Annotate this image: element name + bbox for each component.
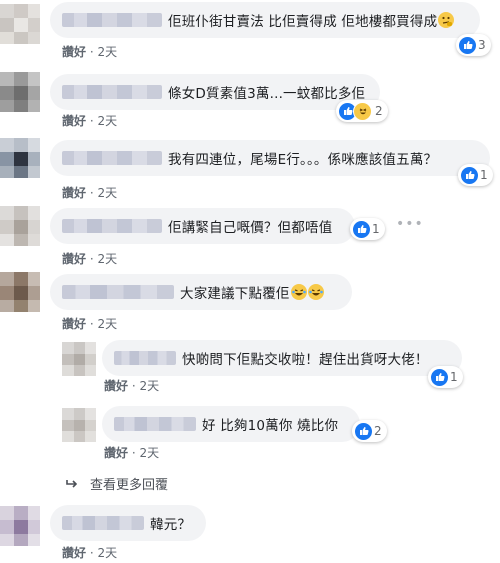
timestamp[interactable]: 2天 — [97, 114, 117, 128]
comment-meta: 讚好 · 2天 — [62, 317, 118, 331]
comment-bubble: 我有四連位，尾場E行。。。係咪應該值五萬？ — [50, 140, 490, 176]
comment-bubble: 韓元？ — [50, 505, 206, 541]
view-more-replies-link[interactable]: 查看更多回覆 — [66, 474, 168, 493]
comment-text: 佢班仆街甘賣法 比佢賣得成 佢地樓都買得成 — [168, 14, 438, 30]
avatar[interactable] — [0, 506, 40, 546]
avatar[interactable] — [62, 342, 96, 376]
like-reaction-icon — [458, 35, 477, 55]
reply-text: 快啲問下佢點交收啦！趕住出貨呀大佬！ — [182, 352, 429, 368]
comment-meta: 讚好 · 2天 — [62, 252, 118, 266]
comment-bubble: 大家建議下點覆佢 — [50, 274, 352, 310]
like-reaction-icon — [430, 367, 449, 387]
laughing-emoji — [307, 284, 324, 300]
reaction-count: 1 — [480, 168, 488, 182]
reaction-count: 2 — [375, 104, 383, 118]
like-link[interactable]: 讚好 — [62, 186, 86, 200]
like-reaction-icon — [352, 219, 371, 239]
reaction-summary[interactable]: 3 — [456, 34, 491, 56]
timestamp[interactable]: 2天 — [139, 446, 159, 460]
reaction-summary[interactable]: 1 — [428, 366, 463, 388]
comment-text: 我有四連位，尾場E行。。。係咪應該值五萬？ — [168, 152, 438, 168]
like-reaction-icon — [460, 165, 479, 185]
avatar[interactable] — [0, 138, 40, 178]
comment-meta: 讚好 · 2天 — [62, 114, 118, 128]
like-link[interactable]: 讚好 — [62, 114, 86, 128]
commenter-name[interactable] — [114, 351, 176, 365]
timestamp[interactable]: 2天 — [97, 45, 117, 59]
laughing-emoji — [290, 284, 307, 300]
comment-bubble: 佢班仆街甘賣法 比佢賣得成 佢地樓都買得成 — [50, 2, 480, 38]
thinking-emoji — [438, 12, 455, 28]
reaction-summary[interactable]: 1 — [458, 164, 493, 186]
like-link[interactable]: 讚好 — [62, 546, 86, 560]
commenter-name[interactable] — [114, 417, 196, 431]
like-link[interactable]: 讚好 — [62, 252, 86, 266]
reaction-count: 3 — [478, 38, 486, 52]
reaction-summary[interactable]: 2 — [336, 100, 388, 122]
reply-text: 好 比夠10萬你 燒比你 — [202, 418, 339, 434]
like-link[interactable]: 讚好 — [62, 317, 86, 331]
reaction-summary[interactable]: 2 — [352, 420, 387, 442]
commenter-name[interactable] — [62, 219, 162, 233]
timestamp[interactable]: 2天 — [139, 379, 159, 393]
comment-meta: 讚好 · 2天 — [62, 546, 118, 560]
comment-bubble: 佢講緊自己嘅價？但都唔值 — [50, 208, 355, 244]
avatar[interactable] — [0, 4, 40, 44]
view-more-label: 查看更多回覆 — [90, 478, 169, 493]
comment-text: 大家建議下點覆佢 — [180, 286, 290, 302]
commenter-name[interactable] — [62, 85, 162, 99]
commenter-name[interactable] — [62, 285, 174, 299]
avatar[interactable] — [0, 272, 40, 312]
reaction-count: 2 — [374, 424, 382, 438]
like-reaction-icon — [354, 421, 373, 441]
comment-meta: 讚好 · 2天 — [62, 186, 118, 200]
reaction-summary[interactable]: 1 — [350, 218, 385, 240]
comment-text: 韓元？ — [150, 517, 192, 533]
reaction-count: 1 — [450, 370, 458, 384]
timestamp[interactable]: 2天 — [97, 317, 117, 331]
commenter-name[interactable] — [62, 516, 144, 530]
comment-text: 佢講緊自己嘅價？但都唔值 — [168, 220, 333, 236]
comment-text: 條女D質素值3萬...一蚊都比多佢 — [168, 86, 366, 102]
like-link[interactable]: 讚好 — [104, 379, 128, 393]
avatar[interactable] — [0, 206, 40, 246]
commenter-name[interactable] — [62, 13, 162, 27]
like-link[interactable]: 讚好 — [104, 446, 128, 460]
comment-meta: 讚好 · 2天 — [62, 45, 118, 59]
commenter-name[interactable] — [62, 151, 162, 165]
comment-bubble: 條女D質素值3萬...一蚊都比多佢 — [50, 74, 380, 110]
like-link[interactable]: 讚好 — [62, 45, 86, 59]
haha-reaction-icon — [353, 101, 372, 121]
timestamp[interactable]: 2天 — [97, 186, 117, 200]
avatar[interactable] — [0, 72, 40, 112]
more-options-icon[interactable]: ••• — [396, 216, 424, 232]
reply-meta: 讚好 · 2天 — [104, 446, 160, 460]
reply-bubble: 好 比夠10萬你 燒比你 — [102, 406, 360, 442]
avatar[interactable] — [62, 408, 96, 442]
reply-arrow-icon — [66, 479, 78, 489]
reply-meta: 讚好 · 2天 — [104, 379, 160, 393]
reaction-count: 1 — [372, 222, 380, 236]
timestamp[interactable]: 2天 — [97, 252, 117, 266]
reply-bubble: 快啲問下佢點交收啦！趕住出貨呀大佬！ — [102, 340, 462, 376]
timestamp[interactable]: 2天 — [97, 546, 117, 560]
